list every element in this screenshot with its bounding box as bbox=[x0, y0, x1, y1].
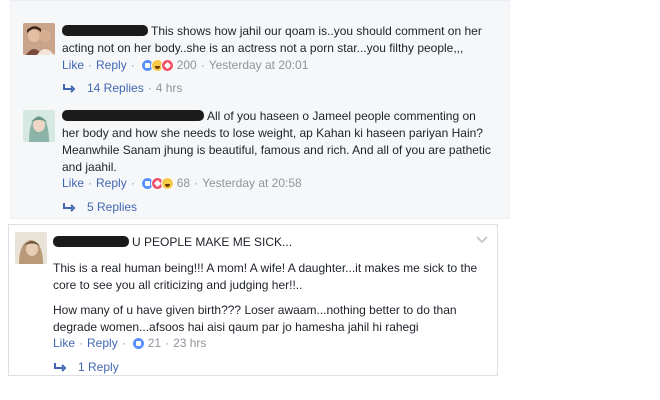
reactions-summary[interactable] bbox=[140, 58, 174, 72]
replies-latest-time: 4 hrs bbox=[155, 81, 183, 95]
replies-count-label[interactable]: 1 Reply bbox=[78, 360, 119, 374]
replies-count-label[interactable]: 14 Replies bbox=[87, 81, 144, 95]
reply-arrow-icon bbox=[63, 84, 76, 93]
reaction-count[interactable]: 68 bbox=[177, 176, 190, 190]
comment-headline: U PEOPLE MAKE ME SICK... bbox=[132, 235, 293, 249]
commenter-name[interactable] bbox=[62, 110, 204, 121]
comment-timestamp[interactable]: Yesterday at 20:01 bbox=[209, 58, 309, 72]
reaction-count[interactable]: 200 bbox=[177, 58, 197, 72]
reactions-summary[interactable] bbox=[140, 176, 174, 190]
separator-dot: · bbox=[79, 336, 84, 350]
reply-link[interactable]: Reply bbox=[96, 176, 127, 190]
chevron-down-icon[interactable] bbox=[476, 236, 488, 244]
reaction-count[interactable]: 21 bbox=[148, 336, 161, 350]
like-link[interactable]: Like bbox=[62, 58, 84, 72]
reply-link[interactable]: Reply bbox=[96, 58, 127, 72]
comment-body: This shows how jahil our qoam is..you sh… bbox=[62, 23, 492, 57]
like-reaction-icon bbox=[131, 336, 145, 350]
comment-actions: Like · Reply · 68 · Yesterday at 20:58 bbox=[62, 176, 302, 190]
separator-dot: · bbox=[121, 336, 126, 350]
commenter-avatar[interactable] bbox=[23, 110, 55, 142]
separator-dot: · bbox=[200, 58, 205, 72]
commenter-name[interactable] bbox=[62, 25, 148, 36]
wow-reaction-icon bbox=[160, 176, 174, 190]
separator-dot: · bbox=[147, 81, 152, 95]
comment-timestamp[interactable]: Yesterday at 20:58 bbox=[202, 176, 302, 190]
reply-arrow-icon bbox=[54, 363, 67, 372]
reactions-summary[interactable] bbox=[131, 336, 145, 350]
view-replies-link[interactable]: 1 Reply bbox=[53, 360, 119, 374]
like-link[interactable]: Like bbox=[53, 336, 75, 350]
comment-header: U PEOPLE MAKE ME SICK... bbox=[53, 234, 473, 251]
comment-actions: Like · Reply · 21 · 23 hrs bbox=[53, 336, 206, 350]
commenter-avatar[interactable] bbox=[23, 23, 55, 55]
comment-timestamp[interactable]: 23 hrs bbox=[173, 336, 206, 350]
reply-link[interactable]: Reply bbox=[87, 336, 118, 350]
replies-count-label[interactable]: 5 Replies bbox=[87, 200, 137, 214]
separator-dot: · bbox=[88, 58, 93, 72]
reply-arrow-icon bbox=[63, 203, 76, 212]
separator-dot: · bbox=[194, 176, 199, 190]
comment-actions: Like · Reply · 200 · Yesterday at 20:01 bbox=[62, 58, 308, 72]
commenter-name[interactable] bbox=[53, 236, 129, 247]
separator-dot: · bbox=[130, 58, 135, 72]
like-link[interactable]: Like bbox=[62, 176, 84, 190]
commenter-avatar[interactable] bbox=[15, 232, 47, 264]
love-reaction-icon bbox=[160, 58, 174, 72]
comment-body: All of you haseen o Jameel people commen… bbox=[62, 108, 492, 176]
view-replies-link[interactable]: 5 Replies bbox=[62, 200, 137, 214]
separator-dot: · bbox=[165, 336, 170, 350]
comment-paragraph: How many of u have given birth??? Loser … bbox=[53, 303, 457, 334]
comment-paragraph: This is a real human being!!! A mom! A w… bbox=[53, 261, 478, 292]
separator-dot: · bbox=[130, 176, 135, 190]
separator-dot: · bbox=[88, 176, 93, 190]
view-replies-link[interactable]: 14 Replies · 4 hrs bbox=[62, 81, 182, 95]
